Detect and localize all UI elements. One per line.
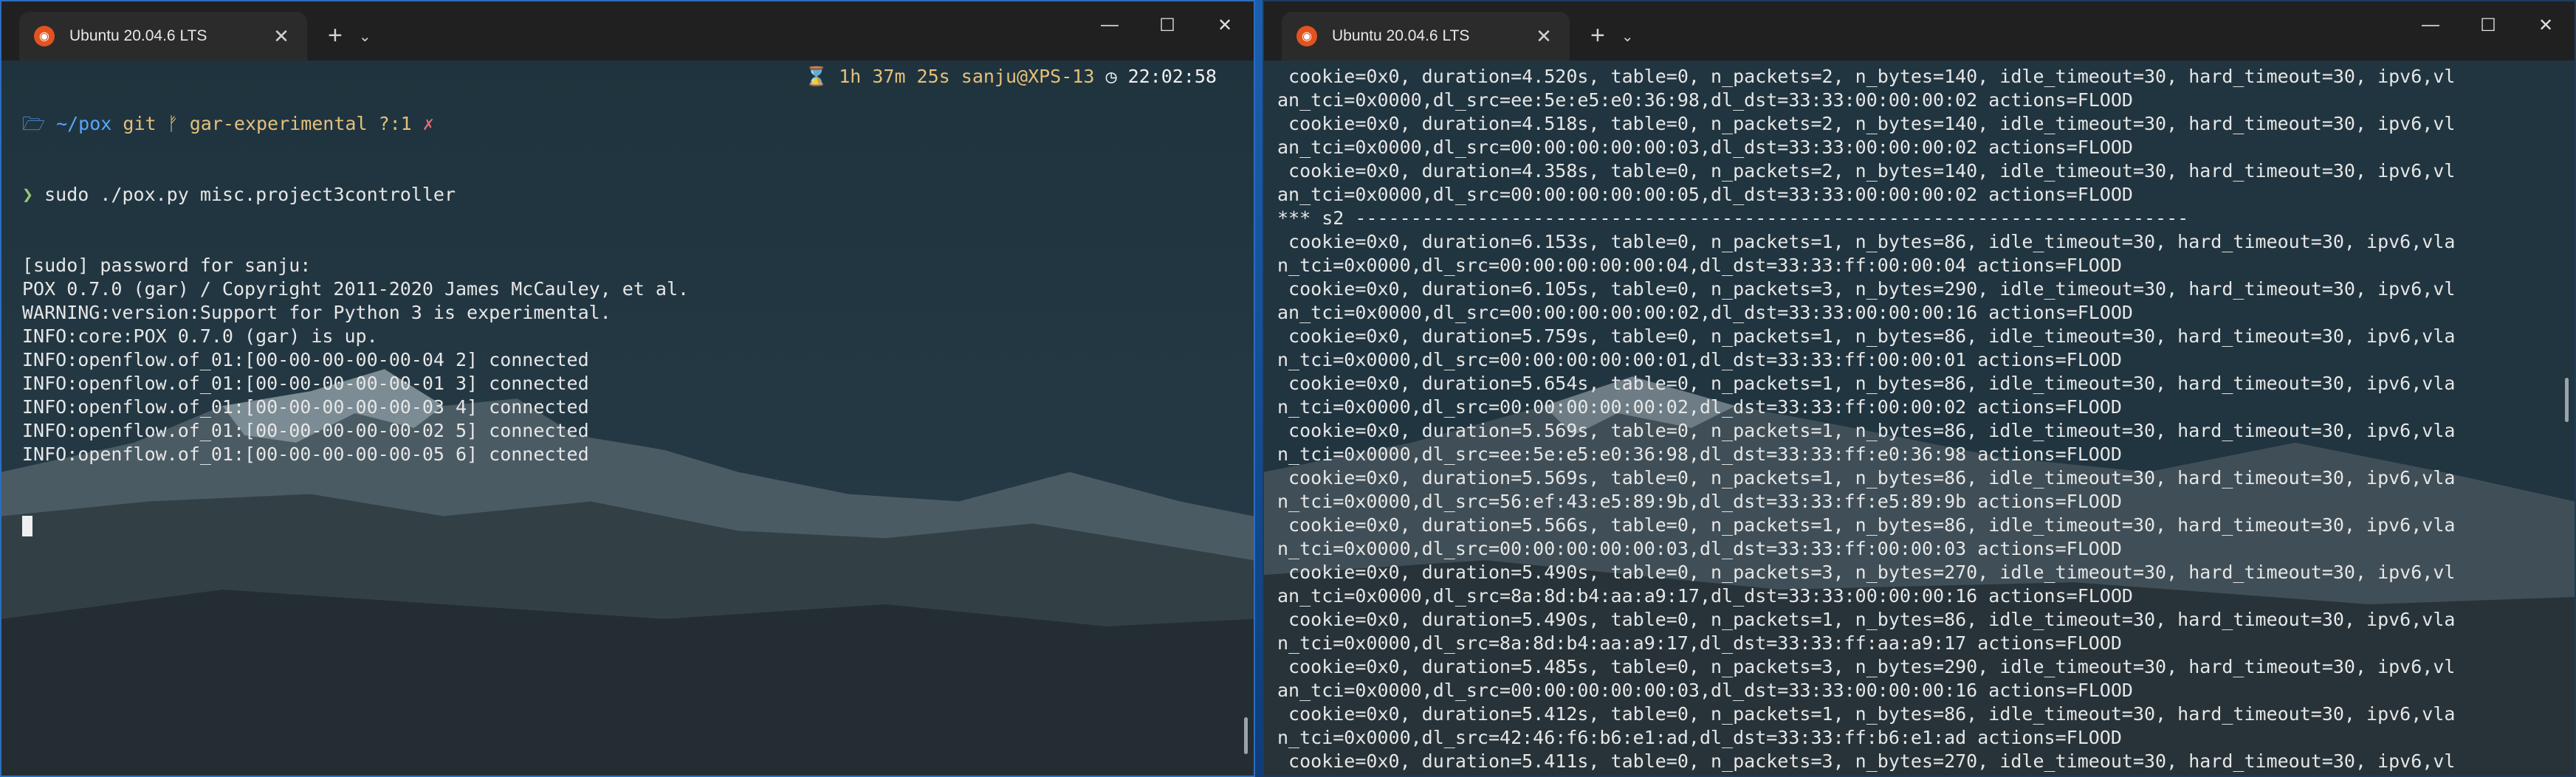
user-host: sanju@XPS-13 xyxy=(961,66,1095,87)
flow-line: n_tci=0x0000,dl_src=56:ef:43:e5:89:9b,dl… xyxy=(1277,491,2122,512)
git-dirty-mark: ✗ xyxy=(422,113,434,134)
prompt-chevron-icon: ❯ xyxy=(22,184,45,205)
output-line: INFO:core:POX 0.7.0 (gar) is up. xyxy=(22,325,378,347)
output-line: [sudo] password for sanju: xyxy=(22,255,312,276)
output-line: INFO:openflow.of_01:[00-00-00-00-00-01 3… xyxy=(22,373,589,394)
flow-line: n_tci=0x0000,dl_src=00:00:00:00:00:03,dl… xyxy=(1277,538,2122,559)
clock-time: 22:02:58 xyxy=(1127,66,1217,87)
title-bar[interactable]: ◉ Ubuntu 20.04.6 LTS ✕ + ⌄ — ☐ ✕ xyxy=(1,1,1254,61)
text-cursor xyxy=(22,516,32,536)
flow-line: an_tci=0x0000,dl_src=00:00:00:00:00:02,d… xyxy=(1277,302,2133,323)
flow-line: cookie=0x0, duration=5.759s, table=0, n_… xyxy=(1277,325,2456,347)
cursor-line xyxy=(22,514,1239,537)
flow-line: *** s2 ---------------------------------… xyxy=(1277,207,2189,229)
flow-line: cookie=0x0, duration=5.566s, table=0, n_… xyxy=(1277,514,2456,536)
close-button[interactable]: ✕ xyxy=(2517,15,2575,36)
flow-line: an_tci=0x0000,dl_src=00:00:00:00:00:03,d… xyxy=(1277,680,2133,701)
flow-line: cookie=0x0, duration=6.105s, table=0, n_… xyxy=(1277,278,2456,300)
flow-line: n_tci=0x0000,dl_src=42:46:f6:b6:e1:ad,dl… xyxy=(1277,727,2122,748)
output-line: INFO:openflow.of_01:[00-00-00-00-00-02 5… xyxy=(22,420,589,441)
tab-title: Ubuntu 20.04.6 LTS xyxy=(1332,27,1470,44)
window-controls: — ☐ ✕ xyxy=(2402,15,2575,36)
clock-icon: ◷ xyxy=(1105,66,1117,87)
flow-line: an_tci=0x0000,dl_src=00:00:00:00:00:05,d… xyxy=(1277,184,2133,205)
flow-line: an_tci=0x0000,dl_src=ee:5e:e5:e0:36:98,d… xyxy=(1277,89,2133,111)
ubuntu-icon: ◉ xyxy=(1296,26,1317,46)
flow-line: cookie=0x0, duration=4.358s, table=0, n_… xyxy=(1277,160,2456,182)
maximize-button[interactable]: ☐ xyxy=(1138,15,1196,36)
flow-table-output[interactable]: cookie=0x0, duration=4.520s, table=0, n_… xyxy=(1277,65,2560,773)
prompt-line: 🗁 ~/pox git ᚠ gar-experimental ?:1 ✗ ⌛ 1h… xyxy=(22,66,1239,136)
flow-line: cookie=0x0, duration=5.411s, table=0, n_… xyxy=(1277,750,2456,772)
terminal-content[interactable]: 🗁 ~/pox git ᚠ gar-experimental ?:1 ✗ ⌛ 1h… xyxy=(1,61,1254,776)
desktop-background-strip xyxy=(1255,0,1263,777)
flow-line: cookie=0x0, duration=4.518s, table=0, n_… xyxy=(1277,113,2456,134)
hourglass-icon: ⌛ xyxy=(804,66,828,87)
flow-line: cookie=0x0, duration=5.569s, table=0, n_… xyxy=(1277,420,2456,441)
tab-dropdown-icon[interactable]: ⌄ xyxy=(1621,27,1634,46)
ubuntu-icon: ◉ xyxy=(34,26,55,46)
flow-line: cookie=0x0, duration=5.490s, table=0, n_… xyxy=(1277,562,2456,583)
minimize-button[interactable]: — xyxy=(2402,15,2459,36)
terminal-content[interactable]: cookie=0x0, duration=4.520s, table=0, n_… xyxy=(1264,61,2575,776)
output-line: INFO:openflow.of_01:[00-00-00-00-00-04 2… xyxy=(22,349,589,370)
terminal-output[interactable]: 🗁 ~/pox git ᚠ gar-experimental ?:1 ✗ ⌛ 1h… xyxy=(22,65,1239,584)
minimize-button[interactable]: — xyxy=(1081,15,1138,36)
git-branch: gar-experimental xyxy=(189,113,368,134)
maximize-button[interactable]: ☐ xyxy=(2459,15,2517,36)
branch-icon: ᚠ xyxy=(167,113,179,134)
flow-line: n_tci=0x0000,dl_src=8a:8d:b4:aa:a9:17,dl… xyxy=(1277,632,2122,654)
title-bar[interactable]: ◉ Ubuntu 20.04.6 LTS ✕ + ⌄ — ☐ ✕ xyxy=(1264,1,2575,61)
flow-line: cookie=0x0, duration=5.654s, table=0, n_… xyxy=(1277,373,2456,394)
git-label: git xyxy=(123,113,157,134)
tab-dropdown-icon[interactable]: ⌄ xyxy=(359,27,371,46)
new-tab-button[interactable]: + xyxy=(328,21,343,50)
flow-line: n_tci=0x0000,dl_src=ee:5e:e5:e0:36:98,dl… xyxy=(1277,443,2122,465)
flow-line: an_tci=0x0000,dl_src=8a:8d:b4:aa:a9:17,d… xyxy=(1277,585,2133,607)
elapsed-time: 1h 37m 25s xyxy=(839,66,950,87)
scrollbar-thumb[interactable] xyxy=(2565,378,2569,422)
flow-line: n_tci=0x0000,dl_src=00:00:00:00:00:02,dl… xyxy=(1277,396,2122,418)
flow-line: n_tci=0x0000,dl_src=00:00:00:00:00:01,dl… xyxy=(1277,349,2122,370)
flow-line: cookie=0x0, duration=4.520s, table=0, n_… xyxy=(1277,66,2456,87)
flow-line: cookie=0x0, duration=5.490s, table=0, n_… xyxy=(1277,609,2456,630)
prompt-path: ~/pox xyxy=(56,113,112,134)
command-text: sudo ./pox.py misc.project3controller xyxy=(44,184,456,205)
terminal-window-right[interactable]: ◉ Ubuntu 20.04.6 LTS ✕ + ⌄ — ☐ ✕ cookie=… xyxy=(1263,0,2576,777)
window-controls: — ☐ ✕ xyxy=(1081,15,1254,36)
flow-line: cookie=0x0, duration=6.153s, table=0, n_… xyxy=(1277,231,2456,252)
flow-line: cookie=0x0, duration=5.485s, table=0, n_… xyxy=(1277,656,2456,677)
output-line: POX 0.7.0 (gar) / Copyright 2011-2020 Ja… xyxy=(22,278,690,300)
new-tab-button[interactable]: + xyxy=(1590,21,1605,50)
terminal-window-left[interactable]: ◉ Ubuntu 20.04.6 LTS ✕ + ⌄ — ☐ ✕ 🗁 ~/pox… xyxy=(0,0,1255,777)
command-line: ❯ sudo ./pox.py misc.project3controller xyxy=(22,183,1239,207)
flow-line: n_tci=0x0000,dl_src=00:00:00:00:00:04,dl… xyxy=(1277,255,2122,276)
output-line: INFO:openflow.of_01:[00-00-00-00-00-03 4… xyxy=(22,396,589,418)
folder-icon: 🗁 xyxy=(22,113,57,134)
scrollbar-thumb[interactable] xyxy=(1244,717,1248,754)
output-line: INFO:openflow.of_01:[00-00-00-00-00-05 6… xyxy=(22,443,589,465)
output-line: WARNING:version:Support for Python 3 is … xyxy=(22,302,611,323)
terminal-tab[interactable]: ◉ Ubuntu 20.04.6 LTS ✕ xyxy=(19,12,307,61)
git-status: ?:1 xyxy=(378,113,412,134)
tab-close-icon[interactable]: ✕ xyxy=(270,25,292,48)
terminal-tab[interactable]: ◉ Ubuntu 20.04.6 LTS ✕ xyxy=(1282,12,1570,61)
flow-line: cookie=0x0, duration=5.569s, table=0, n_… xyxy=(1277,467,2456,488)
command-output: [sudo] password for sanju: POX 0.7.0 (gar… xyxy=(22,254,1239,466)
close-button[interactable]: ✕ xyxy=(1196,15,1254,36)
flow-line: cookie=0x0, duration=5.412s, table=0, n_… xyxy=(1277,703,2456,725)
tab-title: Ubuntu 20.04.6 LTS xyxy=(69,27,207,44)
prompt-right-segment: ⌛ 1h 37m 25s sanju@XPS-13 ◷ 22:02:58 xyxy=(805,65,1217,89)
flow-line: an_tci=0x0000,dl_src=00:00:00:00:00:03,d… xyxy=(1277,137,2133,158)
tab-close-icon[interactable]: ✕ xyxy=(1533,25,1555,48)
